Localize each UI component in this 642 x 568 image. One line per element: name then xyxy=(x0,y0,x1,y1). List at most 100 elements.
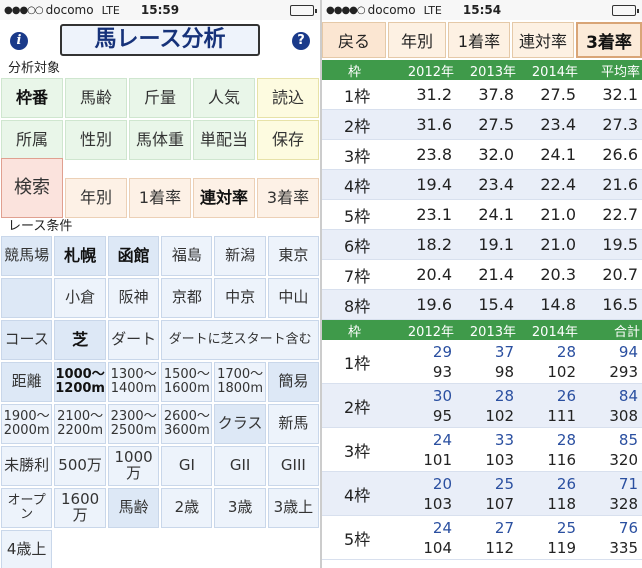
cell-count: 24 101 xyxy=(394,430,456,470)
row-label: 4枠 xyxy=(344,176,371,196)
course-turf[interactable]: 芝 xyxy=(54,320,106,360)
option-popularity[interactable]: 人気 xyxy=(193,78,255,118)
venue-chukyo[interactable]: 中京 xyxy=(214,278,266,318)
venue-tokyo[interactable]: 東京 xyxy=(267,236,319,276)
row-label: 1枠 xyxy=(344,353,371,373)
grade-g2[interactable]: GII xyxy=(214,446,266,486)
grade-g1[interactable]: GI xyxy=(161,446,213,486)
display-first-rate[interactable]: 1着率 xyxy=(129,178,191,218)
age-4-up[interactable]: 4歳上 xyxy=(1,530,53,568)
distance-1700-1800[interactable]: 1700〜1800m xyxy=(214,362,266,402)
tab-third-rate[interactable]: 3着率 xyxy=(576,22,642,58)
course-dirt[interactable]: ダート xyxy=(107,320,160,360)
age-3[interactable]: 3歳 xyxy=(214,488,266,528)
info-icon[interactable]: ⅰ xyxy=(10,32,28,50)
table-row: 5枠 24 104 27 112 25 119 76 335 xyxy=(322,516,642,560)
battery-icon xyxy=(290,5,317,16)
count-table: 1枠 29 93 37 98 28 102 94 293 2枠 30 95 28 102 26 111 84 30… xyxy=(322,340,642,560)
grade-open[interactable]: オープン xyxy=(1,488,53,528)
display-yearly[interactable]: 年別 xyxy=(65,178,127,218)
venue-niigata[interactable]: 新潟 xyxy=(214,236,266,276)
grade-g3[interactable]: GIII xyxy=(267,446,319,486)
distance-1300-1400[interactable]: 1300〜1400m xyxy=(107,362,160,402)
venue-kyoto[interactable]: 京都 xyxy=(161,278,213,318)
display-third-rate[interactable]: 3着率 xyxy=(257,178,319,218)
venue-fukushima[interactable]: 福島 xyxy=(161,236,213,276)
venue-hakodate[interactable]: 函館 xyxy=(107,236,160,276)
count-runs: 111 xyxy=(547,406,576,425)
distance-1500-1600[interactable]: 1500〜1600m xyxy=(161,362,213,402)
class-newcomer[interactable]: 新馬 xyxy=(267,404,319,444)
cell-value: 32.0 xyxy=(478,145,514,164)
search-button[interactable]: 検索 xyxy=(1,158,63,218)
class-500man[interactable]: 500万 xyxy=(54,446,106,486)
cell-count: 20 103 xyxy=(394,474,456,514)
option-body-weight[interactable]: 馬体重 xyxy=(129,120,191,160)
venue-kokura[interactable]: 小倉 xyxy=(54,278,106,318)
count-runs: 335 xyxy=(609,538,638,557)
col-waku: 枠 xyxy=(348,324,362,340)
save-button[interactable]: 保存 xyxy=(257,120,319,160)
venue-hanshin[interactable]: 阪神 xyxy=(107,278,160,318)
count-runs: 293 xyxy=(609,362,638,381)
carrier-label: docomo xyxy=(45,3,94,17)
cell-value: 21.4 xyxy=(478,265,514,284)
cell-value: 31.2 xyxy=(416,85,452,104)
help-icon[interactable]: ? xyxy=(292,32,310,50)
option-waku[interactable]: 枠番 xyxy=(1,78,63,118)
results-screen: ●●●●○ docomo LTE 15:54 戻る 年別 1着率 連対率 3着率… xyxy=(322,0,642,568)
cell-value: 19.4 xyxy=(416,175,452,194)
age-3-up[interactable]: 3歳上 xyxy=(267,488,319,528)
display-rentai-rate[interactable]: 連対率 xyxy=(193,178,255,218)
count-hits: 29 xyxy=(432,342,452,361)
distance-1900-2000[interactable]: 1900〜2000m xyxy=(1,404,53,444)
option-sex[interactable]: 性別 xyxy=(65,120,127,160)
distance-1000-1200[interactable]: 1000〜1200m xyxy=(54,362,106,402)
cell-count: 94 293 xyxy=(580,342,642,382)
col-2014: 2014年 xyxy=(531,64,578,80)
distance-2100-2200[interactable]: 2100〜2200m xyxy=(54,404,106,444)
venue-sapporo[interactable]: 札幌 xyxy=(54,236,106,276)
load-button[interactable]: 読込 xyxy=(257,78,319,118)
option-affiliation[interactable]: 所属 xyxy=(1,120,63,160)
tab-yearly[interactable]: 年別 xyxy=(388,22,446,58)
count-hits: 25 xyxy=(556,518,576,537)
row-label: 5枠 xyxy=(344,206,371,226)
distance-2300-2500[interactable]: 2300〜2500m xyxy=(107,404,160,444)
option-weight-carried[interactable]: 斤量 xyxy=(129,78,191,118)
class-maiden[interactable]: 未勝利 xyxy=(1,446,53,486)
age-2[interactable]: 2歳 xyxy=(161,488,213,528)
count-runs: 308 xyxy=(609,406,638,425)
simple-label: 簡易 xyxy=(267,362,319,402)
count-hits: 27 xyxy=(494,518,514,537)
course-dirt-turf-start[interactable]: ダートに芝スタート含む xyxy=(161,320,319,360)
col-2012: 2012年 xyxy=(407,64,454,80)
venue-nakayama[interactable]: 中山 xyxy=(267,278,319,318)
rate-table: 1枠 31.2 37.8 27.5 32.1 2枠 31.6 27.5 23.4 27.3 3枠 23… xyxy=(322,80,642,320)
tab-rentai-rate[interactable]: 連対率 xyxy=(512,22,574,58)
option-age[interactable]: 馬齢 xyxy=(65,78,127,118)
count-runs: 116 xyxy=(547,450,576,469)
back-button[interactable]: 戻る xyxy=(322,22,386,58)
cell-count: 25 107 xyxy=(456,474,518,514)
cell-count: 24 104 xyxy=(394,518,456,558)
cell-value: 26.6 xyxy=(602,145,638,164)
tab-first-rate[interactable]: 1着率 xyxy=(448,22,510,58)
cell-value: 27.5 xyxy=(478,115,514,134)
signal-icon: ●●●○○ xyxy=(4,4,44,16)
count-runs: 101 xyxy=(423,450,452,469)
cell-count: 37 98 xyxy=(456,342,518,382)
cell-value: 21.0 xyxy=(540,205,576,224)
distance-2600-3600[interactable]: 2600〜3600m xyxy=(161,404,213,444)
class-1600man[interactable]: 1600万 xyxy=(54,488,106,528)
cell-count: 29 93 xyxy=(394,342,456,382)
col-2013: 2013年 xyxy=(469,324,516,340)
table-row: 1枠 29 93 37 98 28 102 94 293 xyxy=(322,340,642,384)
count-hits: 28 xyxy=(556,430,576,449)
class-1000man[interactable]: 1000万 xyxy=(107,446,160,486)
count-hits: 76 xyxy=(618,518,638,537)
count-runs: 102 xyxy=(547,362,576,381)
option-win-payout[interactable]: 単配当 xyxy=(193,120,255,160)
row-label: 7枠 xyxy=(344,266,371,286)
row-label: 2枠 xyxy=(344,397,371,417)
